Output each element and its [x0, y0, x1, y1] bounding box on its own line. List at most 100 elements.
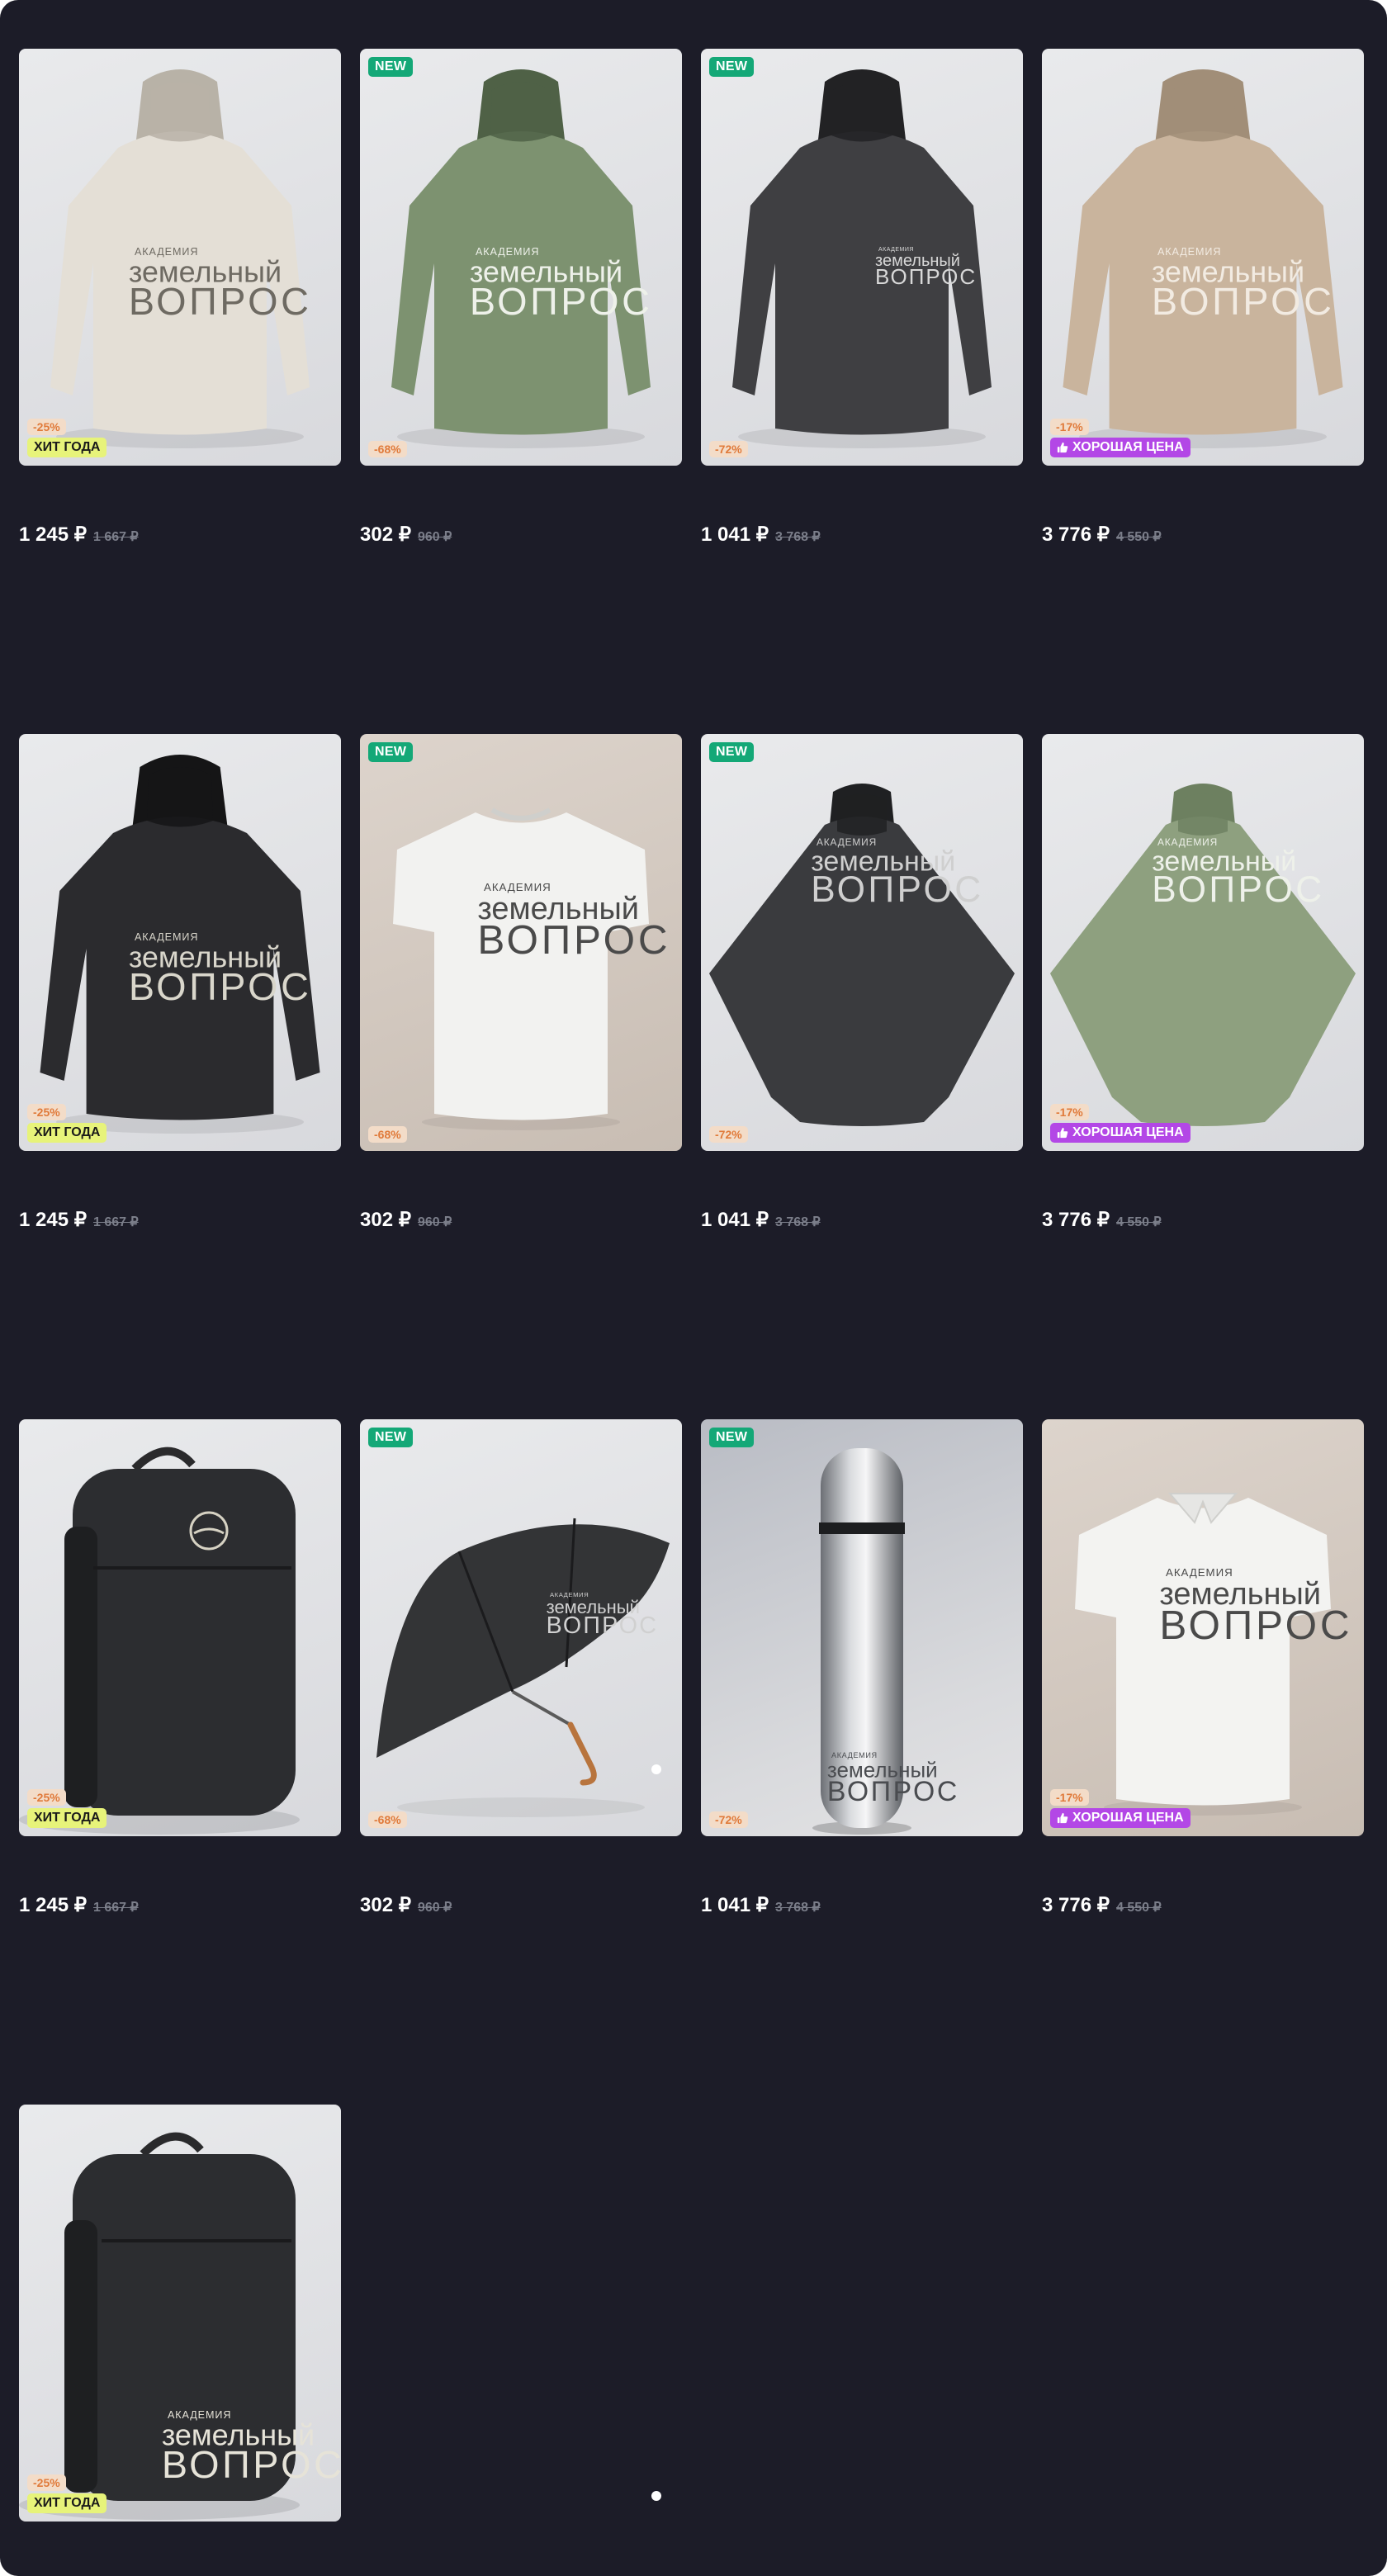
product-image: АКАДЕМИЯ земельный ВОПРОС [732, 69, 992, 448]
product-image: АКАДЕМИЯ земельный ВОПРОС [376, 1518, 670, 1817]
svg-text:ВОПРОС: ВОПРОС [1159, 1603, 1352, 1648]
current-price: 1 245 ₽ [19, 523, 87, 546]
product-image: АКАДЕМИЯ земельный ВОПРОС [812, 1448, 959, 1835]
product-image: АКАДЕМИЯ земельный ВОПРОС [391, 69, 651, 448]
svg-text:ВОПРОС: ВОПРОС [827, 1776, 959, 1807]
svg-text:ВОПРОС: ВОПРОС [811, 869, 983, 910]
good-price-badge: ХОРОШАЯ ЦЕНА [1050, 438, 1191, 457]
current-price: 302 ₽ [360, 1209, 411, 1231]
discount-badge: -25% [27, 1789, 66, 1806]
badge-stack: -72% [709, 1126, 748, 1143]
product-image-frame[interactable]: АКАДЕМИЯ земельный ВОПРОС NEW -68% [360, 49, 682, 466]
product-card[interactable]: АКАДЕМИЯ земельный ВОПРОС -25%ХИТ ГОДА 1… [19, 734, 341, 1233]
product-card[interactable]: АКАДЕМИЯ земельный ВОПРОС -17% ХОРОШАЯ Ц… [1042, 49, 1364, 547]
product-image-frame[interactable]: АКАДЕМИЯ земельный ВОПРОС -17% ХОРОШАЯ Ц… [1042, 49, 1364, 466]
product-image: АКАДЕМИЯ земельный ВОПРОС [1075, 1493, 1352, 1816]
product-image-frame[interactable]: АКАДЕМИЯ земельный ВОПРОС NEW -72% [701, 734, 1023, 1151]
product-card[interactable]: АКАДЕМИЯ земельный ВОПРОС NEW -68% 302 ₽… [360, 1419, 682, 1918]
discount-badge: -68% [368, 1811, 407, 1828]
badge-stack: -68% [368, 1126, 407, 1143]
discount-badge: -17% [1050, 1789, 1089, 1806]
svg-text:ВОПРОС: ВОПРОС [875, 264, 977, 289]
brand-logo: АКАДЕМИЯ земельный ВОПРОС [811, 836, 983, 910]
current-price: 1 041 ₽ [701, 523, 769, 546]
product-card[interactable]: АКАДЕМИЯ земельный ВОПРОС NEW -72% 1 041… [701, 734, 1023, 1233]
price-row: 1 041 ₽ 3 768 ₽ [701, 1893, 1023, 1918]
badge-stack: -25% ХИТ ГОДА [27, 419, 107, 457]
svg-text:ВОПРОС: ВОПРОС [162, 2443, 341, 2486]
brand-logo: АКАДЕМИЯ земельный ВОПРОС [162, 2409, 341, 2486]
brand-logo: АКАДЕМИЯ земельный ВОПРОС [827, 1751, 959, 1807]
product-image-frame[interactable]: АКАДЕМИЯ земельный ВОПРОС -17% ХОРОШАЯ Ц… [1042, 1419, 1364, 1836]
product-image-frame[interactable]: АКАДЕМИЯ земельный ВОПРОС NEW -72% [701, 1419, 1023, 1836]
thumbs-up-icon [1057, 442, 1068, 453]
svg-text:ВОПРОС: ВОПРОС [1152, 280, 1335, 323]
old-price: 960 ₽ [417, 530, 452, 544]
product-card[interactable]: -25% ХИТ ГОДА 1 245 ₽ 1 667 ₽ [19, 1419, 341, 1918]
current-price: 302 ₽ [360, 523, 411, 546]
discount-badge: -68% [368, 1126, 407, 1143]
svg-text:ВОПРОС: ВОПРОС [1152, 869, 1324, 910]
product-image: АКАДЕМИЯ земельный ВОПРОС [19, 2132, 341, 2520]
price-row: 3 776 ₽ 4 550 ₽ [1042, 1893, 1364, 1918]
badge-stack: -25% ХИТ ГОДА [27, 1104, 107, 1143]
scroll-indicator-dot [651, 2491, 661, 2501]
discount-badge: -68% [368, 441, 407, 457]
product-image: АКАДЕМИЯ земельный ВОПРОС [709, 784, 1015, 1126]
old-price: 1 667 ₽ [93, 530, 139, 544]
product-card[interactable]: АКАДЕМИЯ земельный ВОПРОС -25%ХИТ ГОДА 1… [19, 49, 341, 547]
discount-badge: -17% [1050, 419, 1089, 435]
good-price-label: ХОРОШАЯ ЦЕНА [1072, 1125, 1184, 1139]
thumbs-up-icon [1057, 1127, 1068, 1139]
discount-badge: -72% [709, 1126, 748, 1143]
product-image-frame[interactable]: АКАДЕМИЯ земельный ВОПРОС NEW -68% [360, 734, 682, 1151]
old-price: 4 550 ₽ [1116, 1901, 1162, 1915]
bestseller-badge: ХИТ ГОДА [27, 1123, 107, 1143]
badge-stack: -72% [709, 441, 748, 457]
old-price: 1 667 ₽ [93, 1215, 139, 1229]
product-card[interactable]: АКАДЕМИЯ земельный ВОПРОС -17% ХОРОШАЯ Ц… [1042, 734, 1364, 1233]
product-image-frame[interactable]: АКАДЕМИЯ земельный ВОПРОС NEW -72% [701, 49, 1023, 466]
current-price: 3 776 ₽ [1042, 1209, 1110, 1231]
price-row: 1 041 ₽ 3 768 ₽ [701, 1208, 1023, 1233]
new-badge: NEW [368, 57, 414, 77]
current-price: 302 ₽ [360, 1894, 411, 1916]
product-image-frame[interactable]: АКАДЕМИЯ земельный ВОПРОС -25% ХИТ ГОДА [19, 49, 341, 466]
product-card[interactable]: АКАДЕМИЯ земельный ВОПРОС -17% ХОРОШАЯ Ц… [1042, 1419, 1364, 1918]
product-image: АКАДЕМИЯ земельный ВОПРОС [50, 69, 312, 448]
new-badge: NEW [368, 1428, 414, 1447]
discount-badge: -17% [1050, 1104, 1089, 1120]
old-price: 3 768 ₽ [775, 530, 821, 544]
current-price: 1 041 ₽ [701, 1894, 769, 1916]
product-card[interactable]: АКАДЕМИЯ земельный ВОПРОС NEW -72% 1 041… [701, 49, 1023, 547]
discount-badge: -72% [709, 441, 748, 457]
new-badge: NEW [368, 742, 414, 762]
product-card[interactable]: АКАДЕМИЯ земельный ВОПРОС NEW -68% 302 ₽… [360, 49, 682, 547]
product-image-frame[interactable]: АКАДЕМИЯ земельный ВОПРОС NEW -68% [360, 1419, 682, 1836]
new-badge: NEW [709, 1428, 755, 1447]
product-card[interactable]: АКАДЕМИЯ земельный ВОПРОС NEW -68% 302 ₽… [360, 734, 682, 1233]
catalog-page: АКАДЕМИЯ земельный ВОПРОС -25% ХИТ ГОДА 1… [0, 0, 1387, 2576]
badge-stack: -25% ХИТ ГОДА [27, 1789, 107, 1828]
product-card[interactable]: АКАДЕМИЯ земельный ВОПРОС NEW -72% 1 041… [701, 1419, 1023, 1918]
product-image-frame[interactable]: АКАДЕМИЯ земельный ВОПРОС -25% ХИТ ГОДА [19, 734, 341, 1151]
new-badge: NEW [709, 57, 755, 77]
price-row: 1 245 ₽ 1 667 ₽ [19, 523, 341, 547]
brand-logo: АКАДЕМИЯ земельный ВОПРОС [1152, 836, 1324, 910]
badge-stack: -17% ХОРОШАЯ ЦЕНА [1050, 419, 1191, 457]
product-image-frame[interactable]: -25% ХИТ ГОДА [19, 1419, 341, 1836]
old-price: 960 ₽ [417, 1215, 452, 1229]
price-row: 1 245 ₽ 1 667 ₽ [19, 1893, 341, 1918]
price-row: 3 776 ₽ 4 550 ₽ [1042, 1208, 1364, 1233]
good-price-label: ХОРОШАЯ ЦЕНА [1072, 1811, 1184, 1825]
price-row: 1 245 ₽ 1 667 ₽ [19, 1208, 341, 1233]
product-image-frame[interactable]: АКАДЕМИЯ земельный ВОПРОС -25% ХИТ ГОДА [19, 2105, 341, 2522]
discount-badge: -25% [27, 419, 66, 435]
product-grid: АКАДЕМИЯ земельный ВОПРОС -25% ХИТ ГОДА 1… [19, 49, 1364, 2576]
badge-stack: -25% ХИТ ГОДА [27, 2474, 107, 2513]
good-price-badge: ХОРОШАЯ ЦЕНА [1050, 1808, 1191, 1828]
svg-text:ВОПРОС: ВОПРОС [129, 280, 312, 323]
svg-text:ВОПРОС: ВОПРОС [547, 1612, 658, 1639]
product-card[interactable]: АКАДЕМИЯ земельный ВОПРОС -25%ХИТ ГОДА 1… [19, 2105, 341, 2576]
product-image-frame[interactable]: АКАДЕМИЯ земельный ВОПРОС -17% ХОРОШАЯ Ц… [1042, 734, 1364, 1151]
